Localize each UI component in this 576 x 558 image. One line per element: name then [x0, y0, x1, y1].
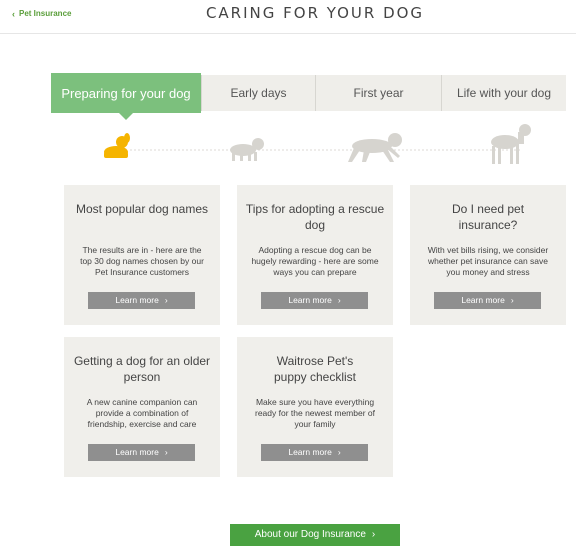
tab-life-with-dog[interactable]: Life with your dog: [441, 75, 566, 111]
learn-more-label: Learn more: [288, 447, 332, 457]
card-popular-dog-names: Most popular dog names The results are i…: [64, 185, 220, 325]
learn-more-label: Learn more: [288, 295, 332, 305]
card-need-pet-insurance: Do I need pet insurance? With vet bills …: [410, 185, 566, 325]
dog-timeline: [100, 122, 540, 166]
learn-more-label: Learn more: [115, 295, 159, 305]
about-dog-insurance-button[interactable]: About our Dog Insurance ›: [230, 524, 400, 546]
card-body: Adopting a rescue dog can be hugely rewa…: [251, 245, 379, 277]
card-title: Tips for adopting a rescue dog: [245, 202, 385, 232]
chevron-right-icon: ›: [164, 295, 168, 305]
page-title: CARING FOR YOUR DOG: [205, 4, 425, 22]
running-dog-icon[interactable]: [348, 133, 402, 162]
card-body: With vet bills rising, we consider wheth…: [427, 245, 549, 277]
card-title: Do I need pet insurance?: [451, 202, 525, 232]
learn-more-button[interactable]: Learn more ›: [261, 444, 368, 461]
card-body: A new canine companion can provide a com…: [86, 397, 198, 429]
chevron-right-icon: ›: [371, 529, 376, 540]
learn-more-label: Learn more: [115, 447, 159, 457]
learn-more-button[interactable]: Learn more ›: [88, 292, 195, 309]
stage-tabs: Preparing for your dog Early days First …: [51, 73, 566, 120]
chevron-right-icon: ›: [337, 447, 341, 457]
card-adopting-rescue-dog: Tips for adopting a rescue dog Adopting …: [237, 185, 393, 325]
tab-first-year[interactable]: First year: [315, 75, 441, 111]
young-dog-icon[interactable]: [230, 138, 264, 161]
learn-more-label: Learn more: [461, 295, 505, 305]
card-puppy-checklist: Waitrose Pet's puppy checklist Make sure…: [237, 337, 393, 477]
chevron-right-icon: ›: [164, 447, 168, 457]
learn-more-button[interactable]: Learn more ›: [434, 292, 541, 309]
tab-early-days[interactable]: Early days: [201, 75, 315, 111]
card-title: Most popular dog names: [75, 202, 209, 216]
card-body: The results are in - here are the top 30…: [80, 245, 204, 277]
chevron-right-icon: ›: [337, 295, 341, 305]
page-header: ‹ Pet Insurance CARING FOR YOUR DOG: [0, 0, 576, 34]
card-body: Make sure you have everything ready for …: [254, 397, 375, 429]
card-title: Getting a dog for an older person: [73, 354, 211, 384]
card-dog-for-older-person: Getting a dog for an older person A new …: [64, 337, 220, 477]
learn-more-button[interactable]: Learn more ›: [261, 292, 368, 309]
tab-preparing[interactable]: Preparing for your dog: [51, 73, 201, 120]
timeline-graphic: [104, 124, 531, 164]
card-title: Waitrose Pet's puppy checklist: [273, 354, 357, 384]
puppy-icon[interactable]: [104, 133, 130, 158]
adult-dog-icon[interactable]: [491, 124, 531, 164]
cta-label: About our Dog Insurance: [254, 529, 366, 540]
chevron-right-icon: ›: [510, 295, 514, 305]
learn-more-button[interactable]: Learn more ›: [88, 444, 195, 461]
